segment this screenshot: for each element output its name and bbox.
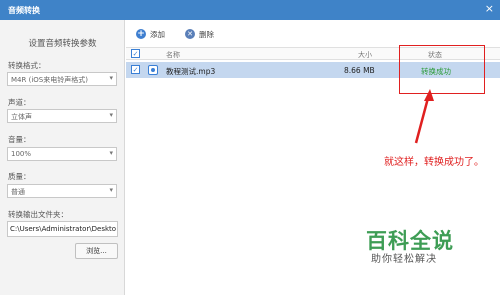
watermark-slogan: 助你轻松解决 — [371, 254, 437, 265]
annotation-text: 就这样，转换成功了。 — [384, 157, 484, 168]
